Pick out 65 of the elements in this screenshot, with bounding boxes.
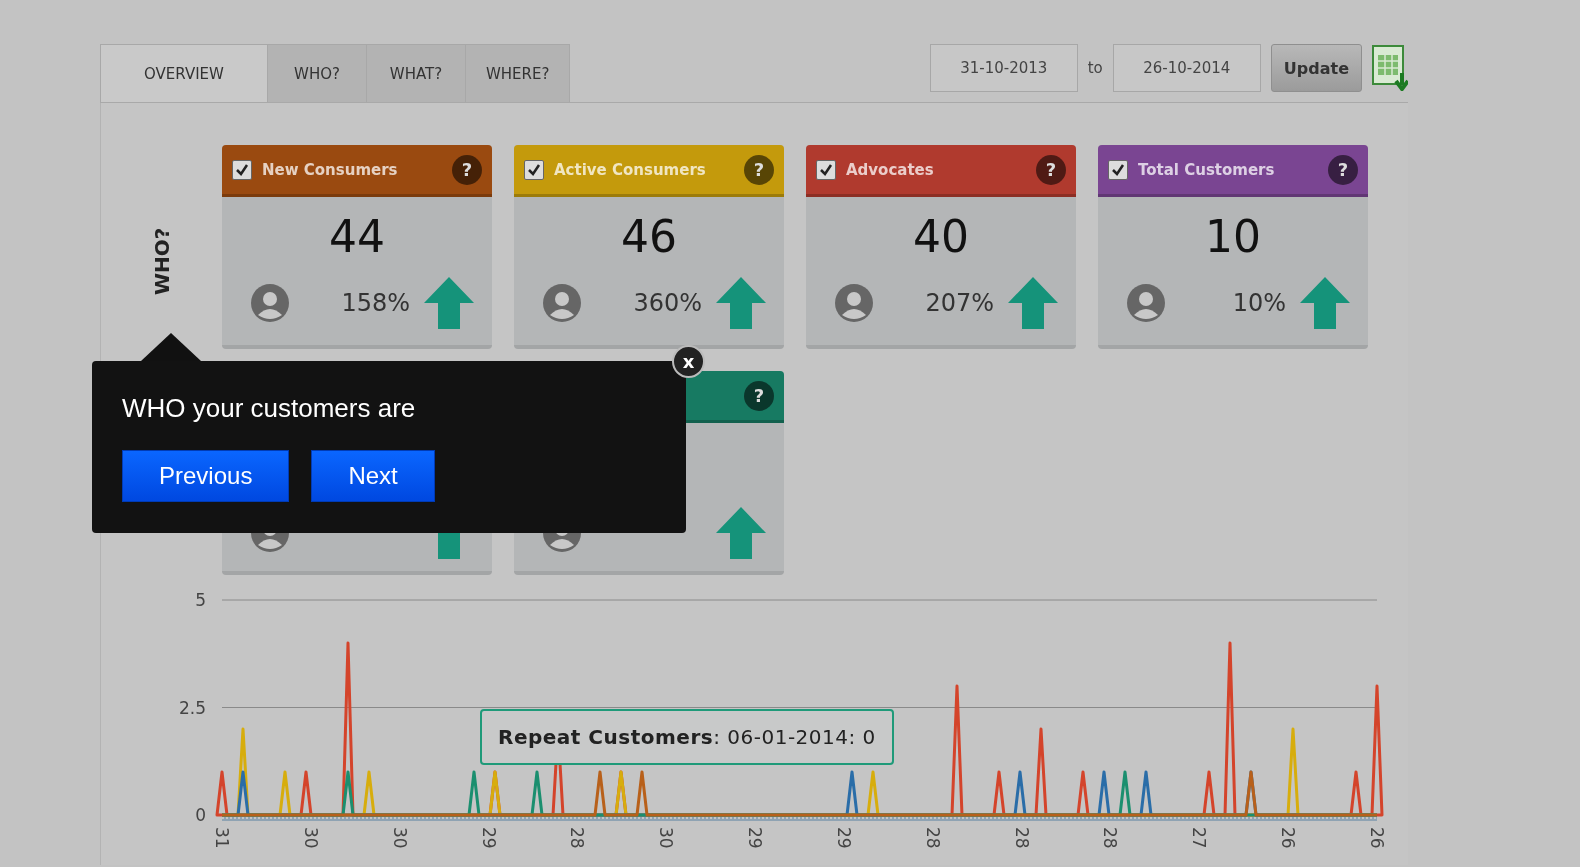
up-arrow-icon [716,507,766,559]
x-axis-label: 26 [1278,827,1299,849]
help-icon[interactable]: ? [1036,154,1066,185]
metric-value: 44 [328,210,386,264]
card-title: New Consumers [262,160,399,179]
checkbox[interactable] [816,159,836,180]
check-icon [819,162,833,177]
tooltip-text: WHO your customers are [122,393,416,424]
x-axis-label: 30 [656,827,677,849]
checkbox[interactable] [232,159,252,180]
help-icon[interactable]: ? [452,154,482,185]
help-icon[interactable]: ? [1328,154,1358,185]
card-title: Advocates [846,160,935,179]
update-button[interactable]: Update [1270,44,1362,92]
metric-value: 10 [1204,210,1262,264]
chart-tooltip: Repeat Customers: 06-01-2014: 0 [480,709,894,765]
end-date-field[interactable]: 26-10-2014 [1112,44,1261,92]
tab[interactable]: WHAT? [366,44,466,102]
tab[interactable]: WHERE? [465,44,571,102]
x-axis-label: 30 [389,827,410,849]
check-icon [235,162,249,177]
start-date-field[interactable]: 31-10-2013 [929,44,1078,92]
next-button[interactable]: Next [311,450,435,502]
x-axis-label: 30 [300,827,321,849]
y-axis-label: 5 [195,590,206,610]
tab[interactable]: OVERVIEW [100,44,268,102]
x-axis-label: 28 [1011,827,1032,849]
change-percent: 10% [1232,289,1286,317]
checkbox[interactable] [1108,159,1128,180]
checkbox[interactable] [524,159,544,180]
x-axis-label: 31 [212,827,232,849]
previous-button[interactable]: Previous [122,450,290,502]
y-axis-label: 2.5 [178,697,206,718]
user-icon [250,283,290,323]
user-icon [542,283,582,323]
check-icon [527,162,541,177]
up-arrow-icon [1300,277,1350,329]
tab[interactable]: WHO? [267,44,367,102]
date-separator: to [1087,59,1103,77]
help-icon[interactable]: ? [744,380,774,411]
x-axis-label: 29 [833,827,854,849]
metric-value: 46 [620,210,678,264]
change-percent: 158% [341,289,410,317]
x-axis-label: 28 [567,827,588,849]
card-title: Active Consumers [554,160,707,179]
x-axis-label: 29 [478,827,499,849]
y-axis-label: 0 [195,805,206,825]
user-icon [1126,283,1166,323]
change-percent: 207% [925,289,994,317]
section-label: WHO? [149,226,174,295]
spreadsheet-export-icon[interactable] [1372,45,1408,91]
check-icon [1111,162,1125,177]
help-icon[interactable]: ? [744,154,774,185]
up-arrow-icon [716,277,766,329]
up-arrow-icon [1008,277,1058,329]
user-icon [834,283,874,323]
x-axis-label: 26 [1367,827,1387,849]
change-percent: 360% [633,289,702,317]
card-title: Total Customers [1138,160,1276,179]
x-axis-label: 29 [745,827,766,849]
x-axis-label: 28 [922,827,943,849]
x-axis-label: 27 [1189,827,1210,849]
x-axis-label: 28 [1100,827,1121,849]
up-arrow-icon [424,277,474,329]
metric-value: 40 [912,210,970,264]
